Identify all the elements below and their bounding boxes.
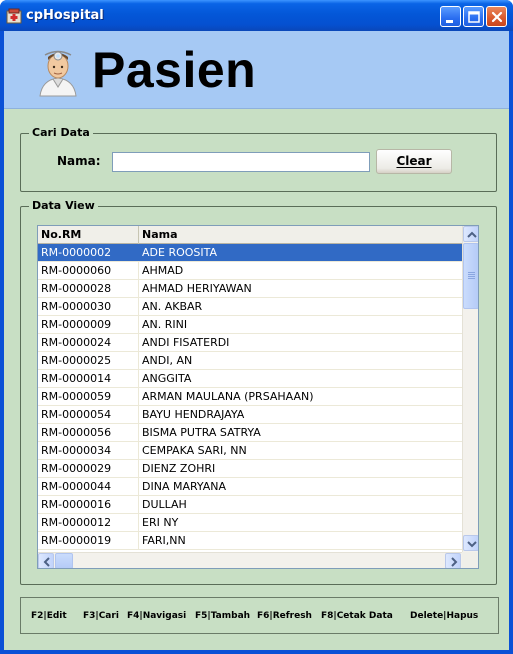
cell-nama[interactable]: FARI,NN: [139, 532, 462, 549]
table-row[interactable]: RM-0000030 AN. AKBAR: [38, 298, 462, 316]
cell-no-rm[interactable]: RM-0000002: [38, 244, 139, 261]
cell-no-rm[interactable]: RM-0000012: [38, 514, 139, 531]
shortcut-cetak-data: F8|Cetak Data: [321, 611, 393, 621]
table-row[interactable]: RM-0000014 ANGGITA: [38, 370, 462, 388]
shortcut-tambah: F5|Tambah: [195, 611, 251, 621]
vertical-scrollbar[interactable]: [462, 226, 478, 552]
maximize-icon: [468, 11, 480, 23]
hospital-app-icon[interactable]: [6, 8, 22, 24]
table-row[interactable]: RM-0000024 ANDI FISATERDI: [38, 334, 462, 352]
cell-no-rm[interactable]: RM-0000056: [38, 424, 139, 441]
cell-no-rm[interactable]: RM-0000044: [38, 478, 139, 495]
table-row[interactable]: RM-0000059 ARMAN MAULANA (PRSAHAAN): [38, 388, 462, 406]
cell-no-rm[interactable]: RM-0000014: [38, 370, 139, 387]
table-row[interactable]: RM-0000056 BISMA PUTRA SATRYA: [38, 424, 462, 442]
cell-nama[interactable]: ANDI FISATERDI: [139, 334, 462, 351]
scroll-down-button[interactable]: [463, 535, 478, 551]
cell-no-rm[interactable]: RM-0000025: [38, 352, 139, 369]
table-row[interactable]: RM-0000054 BAYU HENDRAJAYA: [38, 406, 462, 424]
name-search-input[interactable]: [112, 152, 370, 172]
horizontal-scroll-thumb[interactable]: [55, 553, 73, 568]
clear-button[interactable]: Clear: [376, 149, 452, 174]
grid-header: No.RM Nama: [38, 226, 462, 244]
cell-nama[interactable]: ADE ROOSITA: [139, 244, 462, 261]
scroll-right-button[interactable]: [445, 553, 461, 568]
cell-no-rm[interactable]: RM-0000024: [38, 334, 139, 351]
search-group-legend: Cari Data: [29, 126, 93, 140]
table-row[interactable]: RM-0000060 AHMAD: [38, 262, 462, 280]
minimize-icon: [446, 20, 453, 23]
table-row[interactable]: RM-0000012 ERI NY: [38, 514, 462, 532]
cell-nama[interactable]: ERI NY: [139, 514, 462, 531]
table-row[interactable]: RM-0000029 DIENZ ZOHRI: [38, 460, 462, 478]
clear-button-label: Clear: [396, 154, 432, 168]
horizontal-scrollbar[interactable]: [38, 552, 462, 568]
scroll-up-button[interactable]: [463, 226, 478, 242]
cell-nama[interactable]: DIENZ ZOHRI: [139, 460, 462, 477]
grid-rows: RM-0000002 ADE ROOSITA RM-0000060 AHMAD RM-0…: [38, 244, 462, 552]
title-bar[interactable]: cpHospital: [0, 0, 513, 31]
cell-no-rm[interactable]: RM-0000059: [38, 388, 139, 405]
header-band: Pasien: [4, 31, 509, 109]
shortcut-edit: F2|Edit: [31, 611, 67, 621]
cell-nama[interactable]: AN. AKBAR: [139, 298, 462, 315]
shortcut-hapus: Delete|Hapus: [410, 611, 479, 621]
table-row[interactable]: RM-0000025 ANDI, AN: [38, 352, 462, 370]
cell-no-rm[interactable]: RM-0000029: [38, 460, 139, 477]
shortcut-refresh: F6|Refresh: [257, 611, 312, 621]
doctor-icon: [36, 49, 80, 97]
table-row[interactable]: RM-0000016 DULLAH: [38, 496, 462, 514]
shortcut-cari: F3|Cari: [83, 611, 119, 621]
close-button[interactable]: [486, 6, 507, 27]
shortcut-bar: F2|Edit F3|Cari F4|Navigasi F5|Tambah F6…: [20, 597, 499, 634]
cell-nama[interactable]: AHMAD: [139, 262, 462, 279]
cell-nama[interactable]: AN. RINI: [139, 316, 462, 333]
cell-no-rm[interactable]: RM-0000028: [38, 280, 139, 297]
cell-no-rm[interactable]: RM-0000030: [38, 298, 139, 315]
table-row[interactable]: RM-0000019 FARI,NN: [38, 532, 462, 550]
cell-nama[interactable]: BAYU HENDRAJAYA: [139, 406, 462, 423]
column-header-no-rm[interactable]: No.RM: [38, 226, 139, 244]
table-row[interactable]: RM-0000002 ADE ROOSITA: [38, 244, 462, 262]
close-icon: [491, 11, 503, 23]
cell-no-rm[interactable]: RM-0000054: [38, 406, 139, 423]
chevron-left-icon: [43, 557, 50, 567]
cell-no-rm[interactable]: RM-0000009: [38, 316, 139, 333]
data-view-legend: Data View: [29, 199, 98, 213]
cell-nama[interactable]: ANDI, AN: [139, 352, 462, 369]
cell-nama[interactable]: DULLAH: [139, 496, 462, 513]
table-row[interactable]: RM-0000044 DINA MARYANA: [38, 478, 462, 496]
cell-no-rm[interactable]: RM-0000034: [38, 442, 139, 459]
cell-nama[interactable]: ARMAN MAULANA (PRSAHAAN): [139, 388, 462, 405]
cell-no-rm[interactable]: RM-0000016: [38, 496, 139, 513]
cell-nama[interactable]: DINA MARYANA: [139, 478, 462, 495]
page-title: Pasien: [92, 42, 257, 98]
cell-nama[interactable]: BISMA PUTRA SATRYA: [139, 424, 462, 441]
table-row[interactable]: RM-0000034 CEMPAKA SARI, NN: [38, 442, 462, 460]
table-row[interactable]: RM-0000009 AN. RINI: [38, 316, 462, 334]
data-view-group: Data View No.RM Nama RM-0000002 ADE ROOSI…: [20, 199, 497, 585]
cell-nama[interactable]: ANGGITA: [139, 370, 462, 387]
chevron-down-icon: [467, 541, 477, 548]
window-title: cpHospital: [26, 8, 104, 23]
cell-no-rm[interactable]: RM-0000060: [38, 262, 139, 279]
chevron-up-icon: [467, 231, 477, 238]
search-group: Cari Data Nama: Clear: [20, 126, 497, 192]
table-row[interactable]: RM-0000028 AHMAD HERIYAWAN: [38, 280, 462, 298]
scrollbar-corner: [462, 552, 478, 568]
vertical-scroll-thumb[interactable]: [463, 243, 478, 309]
column-header-nama[interactable]: Nama: [139, 226, 462, 244]
name-label: Nama:: [57, 154, 101, 168]
chevron-right-icon: [451, 557, 458, 567]
shortcut-navigasi: F4|Navigasi: [127, 611, 187, 621]
maximize-button[interactable]: [463, 6, 484, 27]
client-area: Pasien Cari Data Nama: Clear Data View N…: [4, 31, 509, 650]
cell-nama[interactable]: AHMAD HERIYAWAN: [139, 280, 462, 297]
cell-nama[interactable]: CEMPAKA SARI, NN: [139, 442, 462, 459]
minimize-button[interactable]: [440, 6, 461, 27]
scroll-left-button[interactable]: [38, 553, 54, 568]
app-window: cpHospital Pasien Cari Data Nama: Clear …: [0, 0, 513, 654]
cell-no-rm[interactable]: RM-0000019: [38, 532, 139, 549]
patient-grid[interactable]: No.RM Nama RM-0000002 ADE ROOSITA RM-00000…: [37, 225, 479, 569]
